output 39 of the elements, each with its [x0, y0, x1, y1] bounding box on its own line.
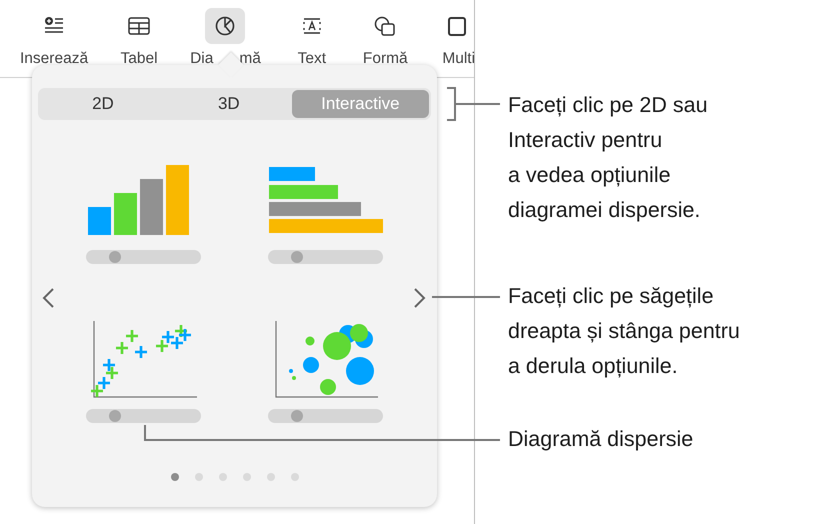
slider-track[interactable] [86, 409, 201, 423]
page-dot[interactable] [194, 473, 202, 481]
column-chart-icon[interactable] [88, 165, 188, 235]
slider-thumb[interactable] [290, 410, 303, 422]
leader-line [446, 87, 501, 121]
toolbar-label: Dia [190, 50, 214, 68]
bar-chart-icon[interactable] [268, 167, 382, 233]
tab[interactable]: 2D [40, 90, 166, 118]
slider-track[interactable] [268, 250, 383, 264]
toolbar-button[interactable]: Formă [362, 8, 408, 77]
slider-track[interactable] [268, 409, 383, 423]
slider-thumb[interactable] [290, 251, 303, 263]
callout-text: Faceți clic pe săgețile dreapta și stânga pentru a derula opțiunile. [508, 283, 741, 380]
shapes-icon [374, 16, 396, 36]
page-dot[interactable] [170, 473, 178, 481]
callout-text: Diagramă dispersie [508, 426, 694, 453]
table-icon [128, 16, 150, 36]
callout-text: Faceți clic pe 2D sau Interactiv pentru a vedea opțiunile diagramei dispersie. [508, 92, 709, 224]
bubble-chart-icon[interactable] [274, 321, 378, 398]
right-chevron-icon[interactable] [413, 287, 427, 309]
insert-icon [43, 16, 66, 36]
left-chevron-icon[interactable] [41, 287, 55, 309]
page-dot[interactable] [218, 473, 226, 481]
text-box-icon [300, 16, 323, 36]
toolbar-button[interactable]: Text [292, 8, 332, 77]
toolbar-button[interactable]: Inserează [20, 8, 88, 77]
page-dot[interactable] [242, 473, 250, 481]
slider-thumb[interactable] [108, 251, 121, 263]
leader-line [432, 296, 500, 298]
toolbar-button[interactable]: Tabel [119, 8, 160, 77]
scatter-chart-icon[interactable] [89, 321, 196, 398]
pie-chart-icon [214, 16, 236, 36]
slider-track[interactable] [86, 250, 201, 264]
tab[interactable]: 3D [166, 90, 292, 118]
toolbar-label: mă [239, 50, 261, 68]
slider-thumb[interactable] [108, 410, 121, 422]
page-dot[interactable] [266, 473, 274, 481]
page-dot[interactable] [290, 473, 298, 481]
toolbar-button[interactable]: Multi [438, 8, 474, 77]
